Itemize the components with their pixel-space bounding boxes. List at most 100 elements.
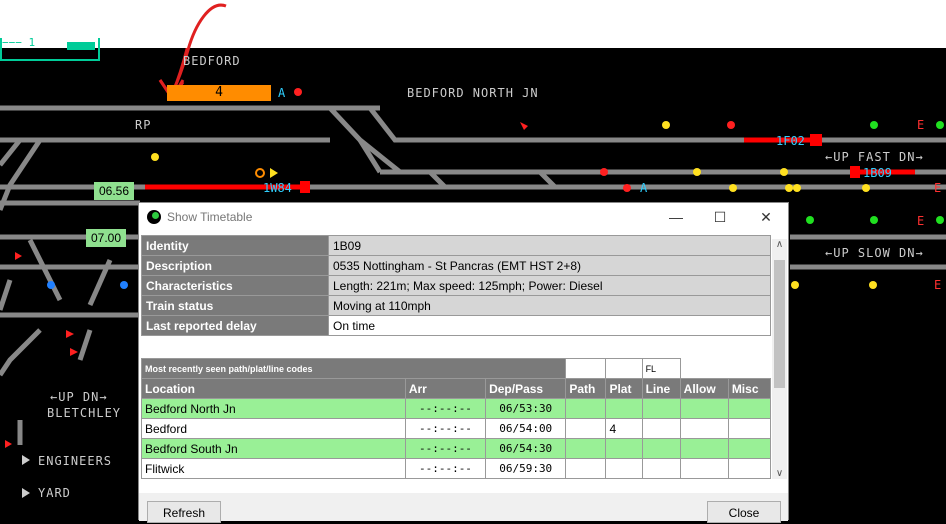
minimize-icon[interactable]: — (661, 207, 691, 227)
up-dn-label: ←UP DN→ (50, 390, 108, 404)
cell-location: Flitwick (141, 458, 406, 479)
info-row: Characteristics Length: 221m; Max speed: … (141, 275, 771, 296)
cell-misc (727, 458, 772, 479)
cell-allow (679, 438, 729, 459)
codes-row: Most recently seen path/plat/line codes … (140, 358, 771, 379)
cell-dep: 06/54:30 (485, 438, 567, 459)
cell-line (641, 398, 681, 419)
info-value: Length: 221m; Max speed: 125mph; Power: … (328, 275, 771, 296)
scroll-thumb[interactable] (774, 260, 785, 388)
col-misc: Misc (727, 378, 772, 399)
train-berth-1b09[interactable]: 1B09 (863, 166, 892, 180)
cell-location: Bedford South Jn (141, 438, 406, 459)
cell-plat: 4 (605, 418, 643, 439)
scroll-up-icon[interactable]: ∧ (772, 239, 787, 250)
info-value: 0535 Nottingham - St Pancras (EMT HST 2+… (328, 255, 771, 276)
cell-arr: --:--:-- (404, 438, 487, 459)
cell-location: Bedford (141, 418, 406, 439)
table-row[interactable]: Bedford North Jn --:--:-- 06/53:30 (141, 398, 772, 419)
cell-line (641, 458, 681, 479)
signal-a-1: A (278, 86, 286, 100)
info-row: Identity 1B09 (141, 235, 771, 256)
cell-misc (727, 418, 772, 439)
train-berth-1f02[interactable]: 1F02 (776, 134, 805, 148)
up-fast-dn-label: ←UP FAST DN→ (825, 150, 924, 164)
cell-plat (605, 398, 643, 419)
cell-dep: 06/53:30 (485, 398, 567, 419)
cell-misc (727, 438, 772, 459)
code-line: FL (641, 358, 681, 379)
timetable-time-1[interactable]: 06.56 (94, 182, 135, 200)
cell-location: Bedford North Jn (141, 398, 406, 419)
cell-allow (679, 418, 729, 439)
code-plat (605, 358, 643, 379)
scroll-down-icon[interactable]: ∨ (772, 468, 787, 479)
cell-plat (605, 438, 643, 459)
dialog-button-bar: Refresh Close (139, 493, 788, 523)
code-path (565, 358, 607, 379)
col-plat: Plat (605, 378, 643, 399)
app-icon (147, 210, 161, 224)
col-arr: Arr (404, 378, 487, 399)
maximize-icon[interactable]: ☐ (705, 207, 735, 227)
dialog-title: Show Timetable (167, 210, 253, 224)
info-row: Last reported delay On time (141, 315, 771, 336)
cell-path (565, 398, 607, 419)
col-allow: Allow (679, 378, 729, 399)
col-location: Location (141, 378, 406, 399)
column-header-row: Location Arr Dep/Pass Path Plat Line All… (141, 378, 772, 399)
info-value: Moving at 110mph (328, 295, 771, 316)
show-timetable-dialog: Show Timetable — ☐ ✕ Identity 1B09 Descri… (138, 202, 789, 523)
cell-line (641, 418, 681, 439)
cell-allow (679, 398, 729, 419)
yard-label[interactable]: YARD (38, 486, 71, 500)
info-key: Description (141, 255, 329, 276)
schedule-table: Most recently seen path/plat/line codes … (140, 358, 772, 479)
cell-dep: 06/54:00 (485, 418, 567, 439)
signal-e-4: E (934, 278, 942, 292)
bletchley-label: BLETCHLEY (47, 406, 122, 420)
cell-allow (679, 458, 729, 479)
cell-misc (727, 398, 772, 419)
col-path: Path (565, 378, 607, 399)
timetable-time-2[interactable]: 07.00 (86, 229, 127, 247)
rp-label: RP (135, 118, 152, 132)
signal-e-1: E (917, 118, 925, 132)
cell-dep: 06/59:30 (485, 458, 567, 479)
info-key: Last reported delay (141, 315, 329, 336)
signal-a-2: A (640, 181, 648, 195)
train-berth-1w84[interactable]: 1W84 (263, 181, 292, 195)
table-row[interactable]: Bedford --:--:-- 06/54:00 4 (141, 418, 772, 439)
dialog-titlebar[interactable]: Show Timetable — ☐ ✕ (139, 203, 788, 231)
info-key: Characteristics (141, 275, 329, 296)
signal-e-3: E (934, 181, 942, 195)
info-key: Train status (141, 295, 329, 316)
info-key: Identity (141, 235, 329, 256)
signal-e-2: E (917, 214, 925, 228)
cell-arr: --:--:-- (404, 398, 487, 419)
station-label-bedford: BEDFORD (183, 54, 241, 68)
track-north-jn (368, 106, 946, 143)
cell-path (565, 458, 607, 479)
close-icon[interactable]: ✕ (751, 207, 781, 227)
info-row: Description 0535 Nottingham - St Pancras … (141, 255, 771, 276)
info-value: 1B09 (328, 235, 771, 256)
train-info-table: Identity 1B09 Description 0535 Nottingham … (141, 235, 771, 336)
table-row[interactable]: Bedford South Jn --:--:-- 06/54:30 (141, 438, 772, 459)
info-row: Train status Moving at 110mph (141, 295, 771, 316)
cell-arr: --:--:-- (404, 418, 487, 439)
vertical-scrollbar[interactable]: ∧ ∨ (772, 239, 787, 479)
cell-line (641, 438, 681, 459)
cell-arr: --:--:-- (404, 458, 487, 479)
col-dep-pass: Dep/Pass (485, 378, 567, 399)
bedford-platform-4-berth[interactable]: 4 (167, 85, 271, 101)
code-blank (680, 358, 771, 379)
table-row[interactable]: Flitwick --:--:-- 06/59:30 (141, 458, 772, 479)
cell-path (565, 438, 607, 459)
info-value: On time (328, 315, 771, 336)
engineers-label[interactable]: ENGINEERS (38, 454, 112, 468)
cell-path (565, 418, 607, 439)
col-line: Line (641, 378, 681, 399)
codes-header: Most recently seen path/plat/line codes (140, 358, 567, 379)
up-slow-dn-label: ←UP SLOW DN→ (825, 246, 924, 260)
